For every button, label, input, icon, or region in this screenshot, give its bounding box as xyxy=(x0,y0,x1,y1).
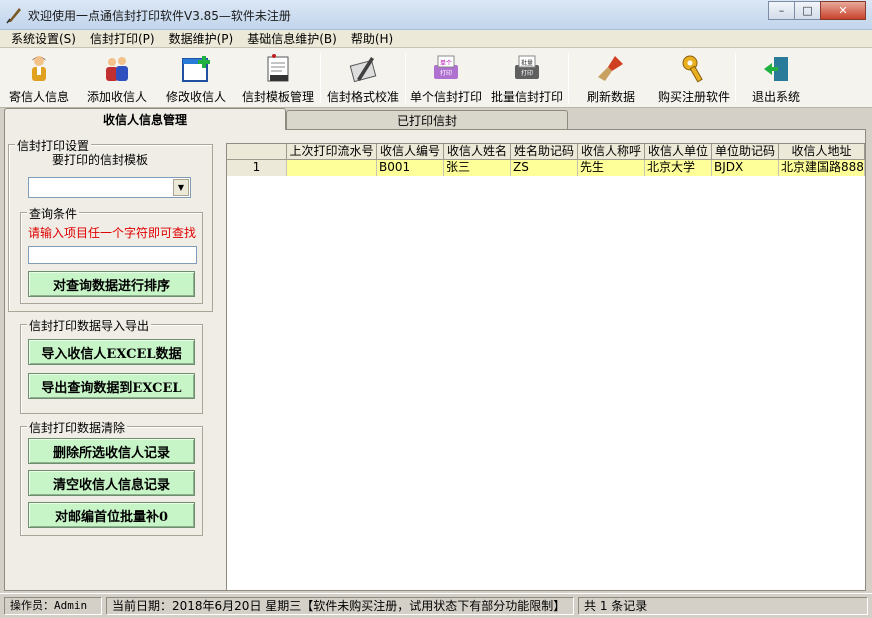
single-print-label: 单个信封打印 xyxy=(409,90,482,104)
menu-basic-info[interactable]: 基础信息维护(B) xyxy=(240,30,344,47)
maximize-button[interactable]: □ xyxy=(794,1,821,20)
table-row[interactable]: 1 B001 张三 ZS 先生 北京大学 BJDX 北京建国路888号 xyxy=(227,160,865,176)
import-export-group: 信封打印数据导入导出 xyxy=(20,317,203,414)
menu-bar: 系统设置(S) 信封打印(P) 数据维护(P) 基础信息维护(B) 帮助(H) xyxy=(0,30,872,48)
buy-register-label: 购买注册软件 xyxy=(657,90,730,104)
grid-header-address[interactable]: 收信人地址 xyxy=(779,144,865,160)
grid-header-recipient-id[interactable]: 收信人编号 xyxy=(377,144,444,160)
single-print-icon: 单个 打印 xyxy=(434,55,458,79)
clear-data-title: 信封打印数据清除 xyxy=(27,419,128,436)
svg-text:批量: 批量 xyxy=(521,59,533,67)
register-key-icon xyxy=(682,55,703,83)
status-bar: 操作员：Admin 当前日期：2018年6月20日 星期三【软件未购买注册，试用… xyxy=(0,593,872,618)
cell-last-serial[interactable] xyxy=(287,160,377,176)
cell-company-code[interactable]: BJDX xyxy=(712,160,779,176)
edit-recipient-label: 修改收信人 xyxy=(165,90,226,104)
cell-recipient-id[interactable]: B001 xyxy=(377,160,444,176)
import-export-title: 信封打印数据导入导出 xyxy=(27,317,152,334)
minimize-button[interactable]: – xyxy=(768,1,795,20)
window-controls: – □ ✕ xyxy=(768,1,866,20)
menu-system-settings[interactable]: 系统设置(S) xyxy=(4,30,83,47)
buy-register-button[interactable]: 购买注册软件 xyxy=(653,48,735,108)
import-excel-button[interactable]: 导入收信人EXCEL数据 xyxy=(28,339,195,365)
refresh-label: 刷新数据 xyxy=(586,90,635,104)
grid-header: 上次打印流水号 收信人编号 收信人姓名 姓名助记码 收信人称呼 收信人单位 单位… xyxy=(227,144,865,160)
template-manage-label: 信封模板管理 xyxy=(241,90,314,104)
delete-selected-button[interactable]: 删除所选收信人记录 xyxy=(28,438,195,464)
status-record-count: 共 1 条记录 xyxy=(578,597,868,615)
edit-window-icon xyxy=(182,56,210,82)
exit-system-label: 退出系统 xyxy=(751,90,800,104)
add-recipient-icon xyxy=(106,57,128,81)
grid-header-recipient-name[interactable]: 收信人姓名 xyxy=(444,144,511,160)
query-hint: 请输入项目任一个字符即可查找 xyxy=(28,226,197,240)
recipient-grid[interactable]: 上次打印流水号 收信人编号 收信人姓名 姓名助记码 收信人称呼 收信人单位 单位… xyxy=(226,143,866,591)
sender-info-label: 寄信人信息 xyxy=(8,90,69,104)
tab-printed-envelopes[interactable]: 已打印信封 xyxy=(286,110,568,130)
calibrate-pen-icon xyxy=(349,57,377,83)
app-quill-icon xyxy=(6,8,21,24)
query-group-title: 查询条件 xyxy=(27,205,80,222)
title-bar: 欢迎使用一点通信封打印软件V3.85—软件未注册 – □ ✕ xyxy=(0,0,872,30)
query-input[interactable] xyxy=(28,246,197,264)
add-recipient-button[interactable]: 添加收信人 xyxy=(78,48,156,108)
row-number: 1 xyxy=(227,160,287,176)
cell-recipient-name[interactable]: 张三 xyxy=(444,160,511,176)
template-manage-button[interactable]: 信封模板管理 xyxy=(236,48,320,108)
status-operator: 操作员：Admin xyxy=(4,597,102,615)
grid-header-company-code[interactable]: 单位助记码 xyxy=(712,144,779,160)
refresh-button[interactable]: 刷新数据 xyxy=(569,48,653,108)
cell-company[interactable]: 北京大学 xyxy=(645,160,712,176)
export-excel-button[interactable]: 导出查询数据到EXCEL xyxy=(28,373,195,399)
refresh-brush-icon xyxy=(598,56,623,81)
exit-system-button[interactable]: 退出系统 xyxy=(736,48,816,108)
menu-help[interactable]: 帮助(H) xyxy=(344,30,400,47)
sort-query-button[interactable]: 对查询数据进行排序 xyxy=(28,271,195,297)
cell-address[interactable]: 北京建国路888号 xyxy=(779,160,865,176)
batch-print-button[interactable]: 批量 打印 批量信封打印 xyxy=(486,48,568,108)
batch-print-label: 批量信封打印 xyxy=(490,90,563,104)
grid-header-rownum xyxy=(227,144,287,160)
cell-name-code[interactable]: ZS xyxy=(511,160,578,176)
cell-title[interactable]: 先生 xyxy=(578,160,645,176)
grid-header-name-code[interactable]: 姓名助记码 xyxy=(511,144,578,160)
svg-text:打印: 打印 xyxy=(521,69,533,77)
toolbar: 寄信人信息 添加收信人 修改收信人 信封模板管理 信封格式校准 单个 打印 单个… xyxy=(0,48,872,108)
batch-print-icon: 批量 打印 xyxy=(515,55,539,79)
zip-pad-zero-button[interactable]: 对邮编首位批量补0 xyxy=(28,502,195,528)
menu-envelope-print[interactable]: 信封打印(P) xyxy=(83,30,162,47)
add-recipient-label: 添加收信人 xyxy=(86,90,147,104)
grid-header-company[interactable]: 收信人单位 xyxy=(645,144,712,160)
svg-text:单个: 单个 xyxy=(440,59,452,67)
calibrate-button[interactable]: 信封格式校准 xyxy=(321,48,405,108)
window-title: 欢迎使用一点通信封打印软件V3.85—软件未注册 xyxy=(28,9,291,23)
close-button[interactable]: ✕ xyxy=(820,1,866,20)
clear-records-button[interactable]: 清空收信人信息记录 xyxy=(28,470,195,496)
sender-info-button[interactable]: 寄信人信息 xyxy=(0,48,78,108)
svg-text:打印: 打印 xyxy=(440,69,452,77)
menu-data-maintenance[interactable]: 数据维护(P) xyxy=(162,30,241,47)
chevron-down-icon[interactable]: ▼ xyxy=(173,179,189,196)
template-icon xyxy=(267,54,289,82)
template-label: 要打印的信封模板 xyxy=(52,153,149,167)
single-print-button[interactable]: 单个 打印 单个信封打印 xyxy=(406,48,486,108)
grid-header-title[interactable]: 收信人称呼 xyxy=(578,144,645,160)
sender-person-icon xyxy=(32,56,46,81)
calibrate-label: 信封格式校准 xyxy=(326,90,399,104)
template-select[interactable]: ▼ xyxy=(28,177,191,198)
main-tabs: 收信人信息管理 已打印信封 xyxy=(4,108,866,130)
tab-recipient-management[interactable]: 收信人信息管理 xyxy=(4,108,286,130)
edit-recipient-button[interactable]: 修改收信人 xyxy=(156,48,236,108)
exit-door-icon xyxy=(764,57,788,81)
left-panel: 信封打印设置 要打印的信封模板 ▼ 查询条件 请输入项目任一个字符即可查找 对查… xyxy=(8,137,214,590)
status-date: 当前日期：2018年6月20日 星期三【软件未购买注册，试用状态下有部分功能限制… xyxy=(106,597,574,615)
grid-header-last-serial[interactable]: 上次打印流水号 xyxy=(287,144,377,160)
